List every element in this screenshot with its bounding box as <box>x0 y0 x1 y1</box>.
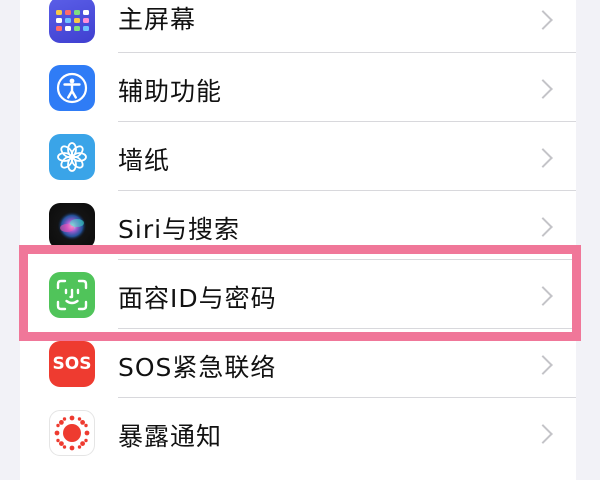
settings-row-wallpaper[interactable]: 墙纸 <box>20 123 576 191</box>
sos-icon-text: SOS <box>52 354 92 374</box>
chevron-right-icon <box>533 148 553 168</box>
chevron-right-icon <box>533 79 553 99</box>
settings-row-label: 面容ID与密码 <box>118 284 277 313</box>
settings-row-label: SOS紧急联络 <box>118 353 277 382</box>
row-divider <box>118 397 576 398</box>
sos-icon: SOS <box>49 341 95 387</box>
settings-row-label: Siri与搜索 <box>118 215 241 244</box>
face-id-icon <box>49 272 95 318</box>
settings-row-label: 主屏幕 <box>118 5 197 34</box>
settings-row-siri[interactable]: Siri与搜索 <box>20 192 576 260</box>
row-divider <box>118 190 576 191</box>
exposure-notification-icon <box>49 410 95 456</box>
settings-row-home-screen[interactable]: 主屏幕 <box>20 0 576 54</box>
settings-row-accessibility[interactable]: 辅助功能 <box>20 54 576 122</box>
chevron-right-icon <box>533 424 553 444</box>
row-divider <box>118 328 576 329</box>
settings-row-label: 墙纸 <box>118 146 171 175</box>
row-divider <box>118 52 576 53</box>
settings-row-exposure-notifications[interactable]: 暴露通知 <box>20 399 576 467</box>
left-margin <box>0 0 20 449</box>
wallpaper-icon <box>49 134 95 180</box>
chevron-right-icon <box>533 355 553 375</box>
accessibility-icon <box>49 65 95 111</box>
siri-icon <box>49 203 95 249</box>
settings-row-label: 暴露通知 <box>118 422 223 451</box>
settings-row-emergency-sos[interactable]: SOS SOS紧急联络 <box>20 330 576 398</box>
chevron-right-icon <box>533 10 553 30</box>
row-divider <box>118 259 576 260</box>
row-divider <box>118 121 576 122</box>
settings-row-face-id-passcode[interactable]: 面容ID与密码 <box>20 261 576 329</box>
home-screen-icon <box>49 0 95 43</box>
right-margin <box>576 0 600 449</box>
settings-row-label: 辅助功能 <box>118 77 223 106</box>
chevron-right-icon <box>533 286 553 306</box>
chevron-right-icon <box>533 217 553 237</box>
